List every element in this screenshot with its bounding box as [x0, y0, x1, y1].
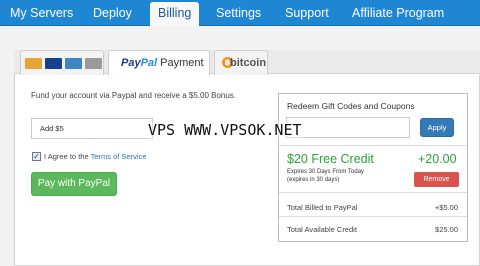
- mastercard-icon: [25, 58, 42, 69]
- tab-bitcoin[interactable]: ฿ bitcoin: [214, 50, 268, 75]
- divider: [279, 192, 467, 193]
- agree-checkbox[interactable]: ✓: [32, 152, 41, 161]
- total-credit-value: $25.00: [435, 225, 458, 234]
- total-billed-label: Total Billed to PayPal: [287, 203, 358, 212]
- coupon-input[interactable]: [286, 117, 410, 138]
- nav-support[interactable]: Support: [285, 0, 329, 26]
- tab-credit-card[interactable]: [20, 50, 104, 75]
- amount-select[interactable]: Add $5: [31, 118, 153, 139]
- payment-tabs: PayPal Payment ฿ bitcoin: [14, 50, 480, 76]
- divider: [279, 216, 467, 217]
- terms-of-service-link[interactable]: Terms of Service: [91, 152, 147, 161]
- remove-credit-button[interactable]: Remove: [414, 172, 459, 187]
- agree-text: I Agree to the Terms of Service: [44, 152, 147, 161]
- nav-affiliate-program[interactable]: Affiliate Program: [352, 0, 444, 26]
- paypal-tab-label: PayPal Payment: [121, 57, 204, 69]
- total-credit-label: Total Available Credit: [287, 225, 357, 234]
- bitcoin-tab-label: bitcoin: [230, 57, 267, 69]
- total-billed-value: +$5.00: [434, 203, 458, 212]
- divider: [279, 145, 467, 146]
- watermark-text: VPS WWW.VPSOK.NET: [148, 121, 302, 139]
- nav-billing[interactable]: Billing: [150, 2, 200, 26]
- nav-settings[interactable]: Settings: [216, 0, 261, 26]
- tab-paypal[interactable]: PayPal Payment: [108, 50, 210, 76]
- nav-my-servers[interactable]: My Servers: [10, 0, 73, 26]
- visa-icon: [45, 58, 62, 69]
- redeem-title: Redeem Gift Codes and Coupons: [287, 101, 415, 111]
- fund-description: Fund your account via Paypal and receive…: [31, 91, 237, 100]
- credit-expiry: Expires 30 Days From Today (expires in 3…: [287, 169, 364, 183]
- apply-button[interactable]: Apply: [420, 118, 454, 137]
- amex-icon: [65, 58, 82, 69]
- pay-with-paypal-button[interactable]: Pay with PayPal: [31, 172, 117, 196]
- nav-deploy[interactable]: Deploy: [93, 0, 132, 26]
- top-nav: My Servers Deploy Billing Settings Suppo…: [0, 0, 480, 26]
- credit-amount: +20.00: [418, 152, 457, 166]
- card-icon: [85, 58, 102, 69]
- credit-title: $20 Free Credit: [287, 152, 374, 166]
